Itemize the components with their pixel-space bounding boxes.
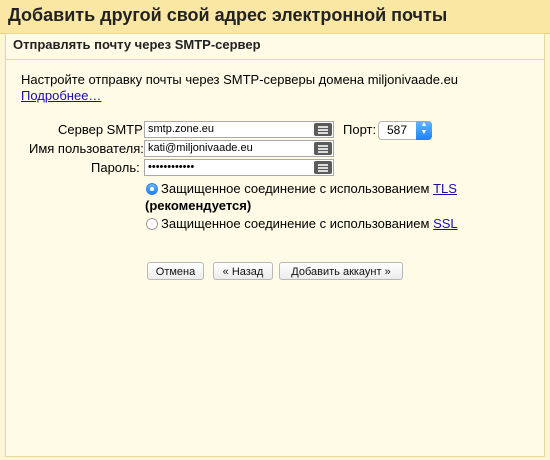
tls-link[interactable]: TLS xyxy=(433,181,457,196)
smtp-server-label: Сервер SMTP: xyxy=(58,122,147,137)
ssl-link[interactable]: SSL xyxy=(433,216,458,231)
section-divider xyxy=(6,59,544,60)
password-label: Пароль: xyxy=(91,160,140,175)
username-value: kati@miljonivaade.eu xyxy=(148,142,253,154)
keyboard-icon[interactable] xyxy=(314,142,332,155)
back-button[interactable]: « Назад xyxy=(213,262,273,280)
dialog-header: Добавить другой свой адрес электронной п… xyxy=(0,0,550,34)
add-account-button[interactable]: Добавить аккаунт » xyxy=(279,262,403,280)
ssl-option-label: Защищенное соединение с использованием S… xyxy=(161,216,458,231)
cancel-button[interactable]: Отмена xyxy=(147,262,204,280)
port-value: 587 xyxy=(387,123,408,137)
learn-more-link[interactable]: Подробнее… xyxy=(21,88,101,103)
smtp-server-field[interactable]: smtp.zone.eu xyxy=(144,121,334,138)
tls-option-text: Защищенное соединение с использованием xyxy=(161,181,430,196)
password-field[interactable]: •••••••••••• xyxy=(144,159,334,176)
username-label: Имя пользователя: xyxy=(29,141,144,156)
tls-radio[interactable] xyxy=(146,183,158,195)
smtp-server-value: smtp.zone.eu xyxy=(148,123,215,135)
keyboard-icon[interactable] xyxy=(314,123,332,136)
intro-text: Настройте отправку почты через SMTP-серв… xyxy=(21,72,459,87)
port-select[interactable]: 587 ▲ ▼ xyxy=(378,121,432,140)
ssl-option-text: Защищенное соединение с использованием xyxy=(161,216,430,231)
port-label: Порт: xyxy=(343,122,377,137)
keyboard-icon[interactable] xyxy=(314,161,332,174)
dialog-title: Добавить другой свой адрес электронной п… xyxy=(8,5,448,25)
tls-recommended: (рекомендуется) xyxy=(145,198,252,213)
ssl-radio[interactable] xyxy=(146,218,158,230)
updown-arrow-icon: ▲ ▼ xyxy=(416,121,432,140)
username-field[interactable]: kati@miljonivaade.eu xyxy=(144,140,334,157)
tls-option-label: Защищенное соединение с использованием T… xyxy=(161,181,457,196)
section-title: Отправлять почту через SMTP-сервер xyxy=(13,37,261,52)
password-value: •••••••••••• xyxy=(148,161,195,173)
